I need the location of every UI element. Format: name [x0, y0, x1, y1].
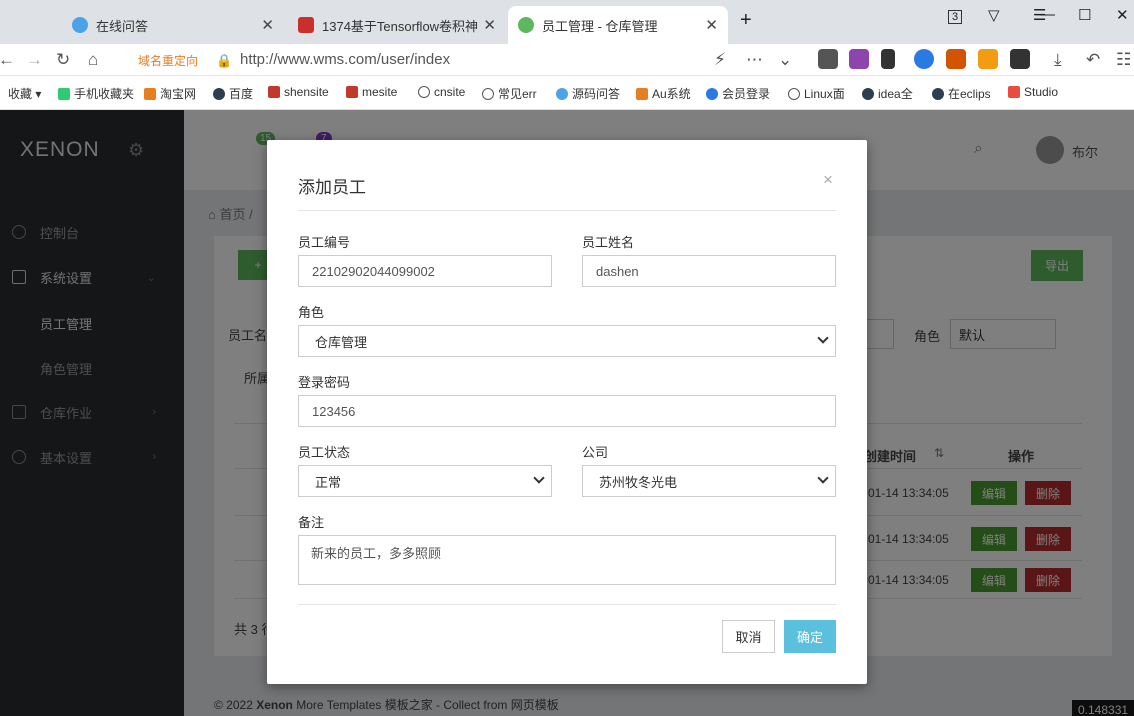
divider — [298, 210, 836, 211]
minimize-icon[interactable]: — — [1040, 6, 1055, 23]
undo-icon[interactable]: ↶ — [1086, 50, 1100, 70]
qa-tab-icon — [72, 17, 88, 33]
company-select[interactable]: 苏州牧冬光电 — [582, 465, 836, 497]
grid-menu-icon[interactable]: ☷ — [1116, 50, 1131, 70]
close-window-icon[interactable]: ✕ — [1116, 6, 1129, 24]
dialog-title: 添加员工 — [298, 178, 366, 197]
close-icon[interactable]: ✕ — [705, 16, 718, 34]
password-input[interactable]: 123456 — [298, 395, 836, 427]
bookmark-item[interactable]: 会员登录 — [706, 85, 772, 102]
add-employee-dialog: 添加员工 × 员工编号 22102902044099002 员工姓名 dashe… — [267, 140, 867, 684]
close-icon[interactable]: ✕ — [483, 16, 496, 34]
tab-count-icon[interactable]: 3 — [948, 10, 963, 24]
leaf-icon — [518, 17, 534, 33]
bookmark-item[interactable]: 百度 — [213, 85, 253, 102]
home-icon[interactable]: ⌂ — [88, 50, 98, 70]
game-icon[interactable] — [946, 49, 966, 69]
browser-tab-bar: 在线问答 ✕ 1374基于Tensorflow卷积神 ✕ 员工管理 - 仓库管理… — [0, 0, 1134, 44]
role-select[interactable]: 仓库管理 — [298, 325, 836, 357]
bookmark-item[interactable]: idea全 — [862, 85, 916, 102]
more-icon[interactable]: ⋯ — [746, 50, 763, 70]
confirm-button[interactable]: 确定 — [784, 620, 836, 653]
url-field[interactable]: http://www.wms.com/user/index — [240, 51, 450, 68]
new-tab-icon[interactable]: + — [740, 9, 752, 32]
address-bar: ← → ↻ ⌂ 域名重定向 🔒 http://www.wms.com/user/… — [0, 44, 1134, 76]
lightning-icon[interactable]: ⚡ — [714, 50, 726, 70]
search-ext-icon[interactable] — [914, 49, 934, 69]
employee-number-label: 员工编号 — [298, 235, 351, 250]
role-label: 角色 — [298, 305, 325, 320]
bookmark-bar: 收藏 ▾ 手机收藏夹 淘宝网 百度 shensite mesite cnsite… — [0, 76, 1134, 110]
shirt-icon[interactable]: ▽ — [988, 6, 1000, 24]
divider — [298, 604, 836, 605]
bookmark-item[interactable]: 手机收藏夹 — [58, 85, 134, 102]
chevron-down-icon — [817, 332, 829, 344]
bookmark-item[interactable]: 收藏 ▾ — [8, 85, 41, 102]
note-label: 备注 — [298, 515, 325, 530]
chevron-down-icon — [533, 472, 545, 484]
translate-icon[interactable] — [849, 49, 869, 69]
bookmark-item[interactable]: Linux面 — [788, 85, 850, 102]
tab-favicon — [298, 17, 314, 33]
shield-ext-icon[interactable] — [978, 49, 998, 69]
browser-tab-employee[interactable]: 员工管理 - 仓库管理 ✕ — [508, 6, 728, 44]
tab-title: 员工管理 - 仓库管理 — [542, 18, 658, 34]
status-label: 员工状态 — [298, 445, 351, 460]
apps-icon[interactable] — [1010, 49, 1030, 69]
redirect-label: 域名重定向 — [138, 54, 199, 68]
bookmark-item[interactable]: mesite — [346, 85, 397, 99]
chevron-down-icon[interactable]: ⌄ — [778, 50, 792, 70]
employee-name-label: 员工姓名 — [582, 235, 635, 250]
close-icon[interactable]: ✕ — [261, 16, 274, 34]
bookmark-item[interactable]: 在eclips — [932, 85, 994, 102]
bookmark-item[interactable]: 淘宝网 — [144, 85, 196, 102]
note-textarea[interactable]: 新来的员工，多多照顾 — [298, 535, 836, 585]
scissors-icon[interactable] — [881, 49, 895, 69]
tab-title: 在线问答 — [96, 18, 149, 34]
reader-icon[interactable] — [818, 49, 838, 69]
bookmark-item[interactable]: 常见err — [482, 85, 538, 102]
close-icon[interactable]: × — [823, 170, 833, 190]
bookmark-item[interactable]: 源码问答 — [556, 85, 620, 102]
maximize-icon[interactable]: ☐ — [1078, 6, 1091, 24]
bookmark-item[interactable]: Studio — [1008, 85, 1058, 99]
site-info-icon[interactable]: 🔒 — [216, 53, 232, 69]
tab-title: 1374基于Tensorflow卷积神 — [322, 18, 479, 34]
bookmark-item[interactable]: shensite — [268, 85, 329, 99]
employee-number-input[interactable]: 22102902044099002 — [298, 255, 552, 287]
browser-tab-tensorflow[interactable]: 1374基于Tensorflow卷积神 ✕ — [288, 6, 506, 44]
browser-tab-qa[interactable]: 在线问答 ✕ — [62, 6, 284, 44]
reload-icon[interactable]: ↻ — [56, 50, 70, 70]
chevron-down-icon — [817, 472, 829, 484]
download-icon[interactable]: ⤓ — [1054, 50, 1062, 70]
password-label: 登录密码 — [298, 375, 351, 390]
cancel-button[interactable]: 取消 — [722, 620, 775, 653]
back-icon[interactable]: ← — [0, 50, 15, 70]
bookmark-item[interactable]: cnsite — [418, 85, 465, 99]
bookmark-item[interactable]: Au系统 — [636, 85, 691, 102]
status-select[interactable]: 正常 — [298, 465, 552, 497]
company-label: 公司 — [582, 445, 609, 460]
forward-icon[interactable]: → — [26, 50, 43, 70]
employee-name-input[interactable]: dashen — [582, 255, 836, 287]
